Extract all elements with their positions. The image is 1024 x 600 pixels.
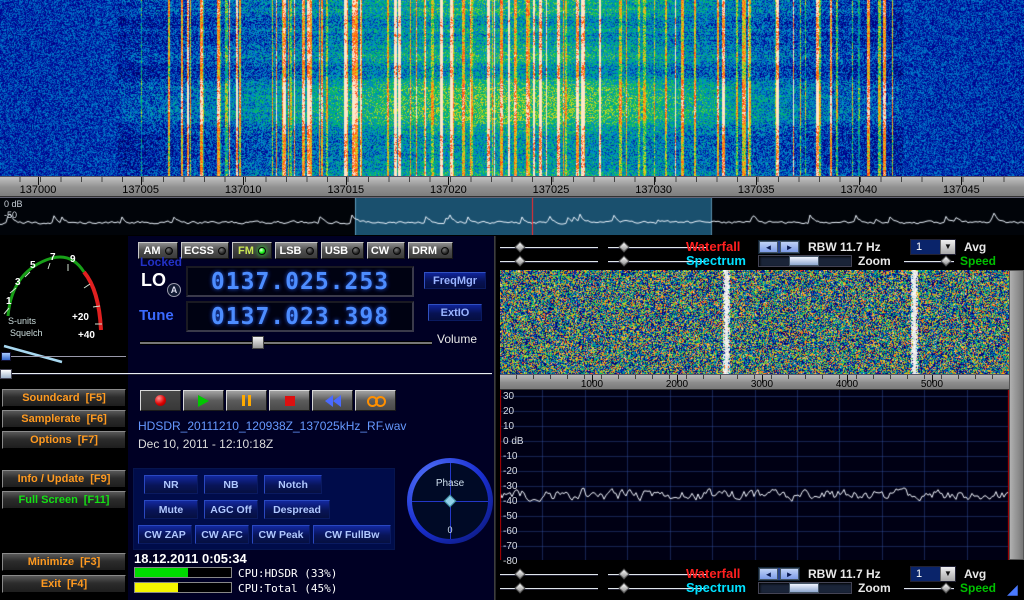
display-slider-3-top[interactable] <box>500 256 598 268</box>
recording-timestamp: Dec 10, 2011 - 12:10:18Z <box>138 437 273 451</box>
zoom-slider-thumb[interactable] <box>789 256 819 266</box>
right-arrow-icon[interactable]: ► <box>780 241 799 253</box>
pause-icon <box>242 395 251 406</box>
dsp-button-despread[interactable]: Despread <box>264 500 330 519</box>
stop-icon <box>285 396 295 406</box>
display-controls-top: Waterfall ◄► RBW 11.7 Hz 1▼ Avg Spectrum Zoom S… <box>500 238 1024 270</box>
zoom-slider-thumb[interactable] <box>789 583 819 593</box>
scale-tick-label: 3000 <box>751 379 773 390</box>
slider-thumb[interactable] <box>940 255 951 266</box>
dsp-button-nb[interactable]: NB <box>204 475 258 494</box>
speed-label-bottom: Speed <box>960 581 996 595</box>
audio-frequency-scale[interactable]: 1000 2000 3000 4000 5000 <box>500 374 1009 390</box>
slider-thumb[interactable] <box>618 568 629 579</box>
dsp-button-cw-fullbw[interactable]: CW FullBw <box>313 525 391 544</box>
zoom-slider-bottom[interactable] <box>758 582 852 594</box>
display-slider-3-bottom[interactable] <box>500 583 598 595</box>
rewind-icon <box>325 395 341 407</box>
rbw-label-bottom: RBW 11.7 Hz <box>808 567 881 581</box>
cpu-total-bar <box>134 582 232 593</box>
phase-label: Phase <box>412 478 488 489</box>
left-arrow-icon[interactable]: ◄ <box>759 568 778 580</box>
dsp-button-cw-afc[interactable]: CW AFC <box>195 525 249 544</box>
cpu-hdsdr-label: CPU:HDSDR (33%) <box>238 567 337 580</box>
pause-button[interactable] <box>226 390 267 411</box>
rewind-button[interactable] <box>312 390 353 411</box>
slider-thumb[interactable] <box>618 582 629 593</box>
dropdown-arrow-icon[interactable]: ▼ <box>940 567 955 581</box>
phase-scope: Phase 0 <box>412 463 488 539</box>
scale-tick-label: 5000 <box>921 379 943 390</box>
display-slider-1-top[interactable] <box>500 242 598 254</box>
slider-thumb[interactable] <box>514 255 525 266</box>
speed-slider-bottom[interactable] <box>904 583 954 595</box>
record-icon <box>155 395 166 406</box>
scale-tick-label: 4000 <box>836 379 858 390</box>
right-arrow-icon[interactable]: ► <box>780 568 799 580</box>
slider-thumb[interactable] <box>514 241 525 252</box>
zoom-slider-top[interactable] <box>758 255 852 267</box>
dsp-button-agc-off[interactable]: AGC Off <box>204 500 258 519</box>
rbw-label-top: RBW 11.7 Hz <box>808 240 881 254</box>
cpu-total-label: CPU:Total (45%) <box>238 582 337 595</box>
avg-selected-value: 1 <box>911 240 940 254</box>
avg-label-top: Avg <box>964 240 986 254</box>
slider-thumb[interactable] <box>514 582 525 593</box>
hdsdr-window: 1370001370051370101370151370201370251370… <box>0 0 1024 600</box>
waterfall-spinner-top[interactable]: ◄► <box>758 240 800 254</box>
display-controls-bottom: Waterfall ◄► RBW 11.7 Hz 1▼ Avg Spectrum Zoom S… <box>500 565 1024 597</box>
dropdown-arrow-icon[interactable]: ▼ <box>940 240 955 254</box>
left-arrow-icon[interactable]: ◄ <box>759 241 778 253</box>
stop-button[interactable] <box>269 390 310 411</box>
dsp-button-cw-zap[interactable]: CW ZAP <box>138 525 192 544</box>
cpu-hdsdr-bar-fill <box>135 568 188 577</box>
avg-label-bottom: Avg <box>964 567 986 581</box>
scale-tick-label: 2000 <box>666 379 688 390</box>
avg-select-top[interactable]: 1▼ <box>910 239 956 255</box>
avg-selected-value: 1 <box>911 567 940 581</box>
dsp-panel: NR NB Notch Mute AGC Off Despread CW ZAPCW AFC… <box>133 468 395 550</box>
slider-thumb[interactable] <box>618 255 629 266</box>
phase-indicator[interactable]: Phase 0 <box>407 458 493 544</box>
current-datetime: 18.12.2011 0:05:34 <box>134 551 247 566</box>
speed-slider-top[interactable] <box>904 256 954 268</box>
play-icon <box>198 395 209 407</box>
spectrum-label-bottom[interactable]: Spectrum <box>686 580 746 595</box>
loop-icon <box>367 396 384 405</box>
slider-thumb[interactable] <box>514 568 525 579</box>
audio-waterfall-display[interactable] <box>500 270 1009 374</box>
avg-select-bottom[interactable]: 1▼ <box>910 566 956 582</box>
dsp-button-nr[interactable]: NR <box>144 475 198 494</box>
audio-spectrum-display[interactable] <box>500 390 1009 560</box>
record-button[interactable] <box>140 390 181 411</box>
spectrum-label-top[interactable]: Spectrum <box>686 253 746 268</box>
cpu-total-bar-fill <box>135 583 178 592</box>
dsp-button-notch[interactable]: Notch <box>264 475 322 494</box>
waterfall-label-bottom[interactable]: Waterfall <box>686 566 740 581</box>
phase-marker-icon <box>444 495 457 508</box>
scale-tick-label: 1000 <box>581 379 603 390</box>
waterfall-spinner-bottom[interactable]: ◄► <box>758 567 800 581</box>
zoom-label-top: Zoom <box>858 254 891 268</box>
waterfall-label-top[interactable]: Waterfall <box>686 239 740 254</box>
slider-thumb[interactable] <box>618 241 629 252</box>
display-slider-1-bottom[interactable] <box>500 569 598 581</box>
resize-grip-icon[interactable]: ◢ <box>1007 582 1018 596</box>
play-button[interactable] <box>183 390 224 411</box>
loop-button[interactable] <box>355 390 396 411</box>
dsp-button-mute[interactable]: Mute <box>144 500 198 519</box>
slider-thumb[interactable] <box>940 582 951 593</box>
recording-filename: HDSDR_20111210_120938Z_137025kHz_RF.wav <box>138 419 406 433</box>
speed-label-top: Speed <box>960 254 996 268</box>
phase-zero-label: 0 <box>412 525 488 535</box>
cpu-hdsdr-bar <box>134 567 232 578</box>
dsp-button-cw-peak[interactable]: CW Peak <box>252 525 310 544</box>
zoom-label-bottom: Zoom <box>858 581 891 595</box>
right-scrollbar[interactable] <box>1009 270 1024 560</box>
